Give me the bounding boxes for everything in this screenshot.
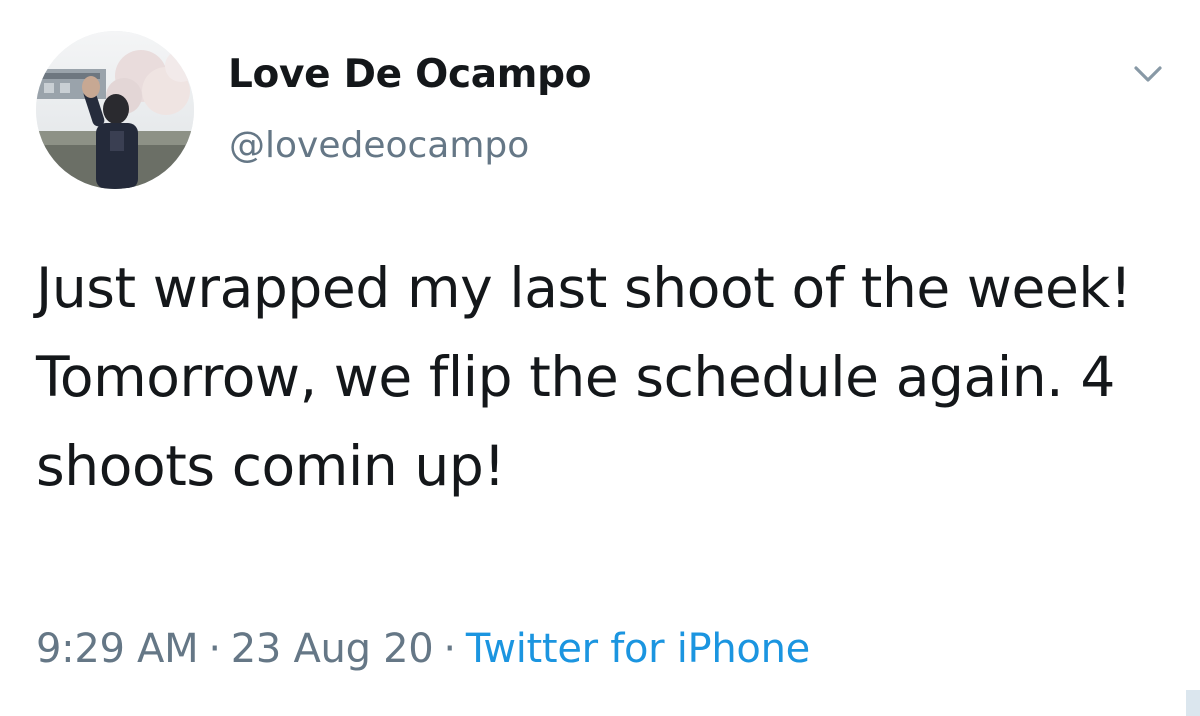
avatar-photo <box>36 31 194 189</box>
meta-separator: · <box>208 626 221 672</box>
tweet-text: Just wrapped my last shoot of the week! … <box>36 256 1132 498</box>
tweet-card: Love De Ocampo @lovedeocampo Just wrappe… <box>0 0 1200 716</box>
tweet-time[interactable]: 9:29 AM <box>36 626 199 672</box>
tweet-date[interactable]: 23 Aug 20 <box>231 626 434 672</box>
user-handle[interactable]: @lovedeocampo <box>229 125 529 166</box>
display-name[interactable]: Love De Ocampo <box>228 52 592 97</box>
chevron-down-icon[interactable] <box>1128 58 1168 90</box>
corner-edge <box>1186 690 1200 716</box>
tweet-meta: 9:29 AM · 23 Aug 20 · Twitter for iPhone <box>36 626 810 672</box>
tweet-source-link[interactable]: Twitter for iPhone <box>466 626 810 672</box>
avatar[interactable] <box>36 31 194 189</box>
meta-separator: · <box>443 626 456 672</box>
